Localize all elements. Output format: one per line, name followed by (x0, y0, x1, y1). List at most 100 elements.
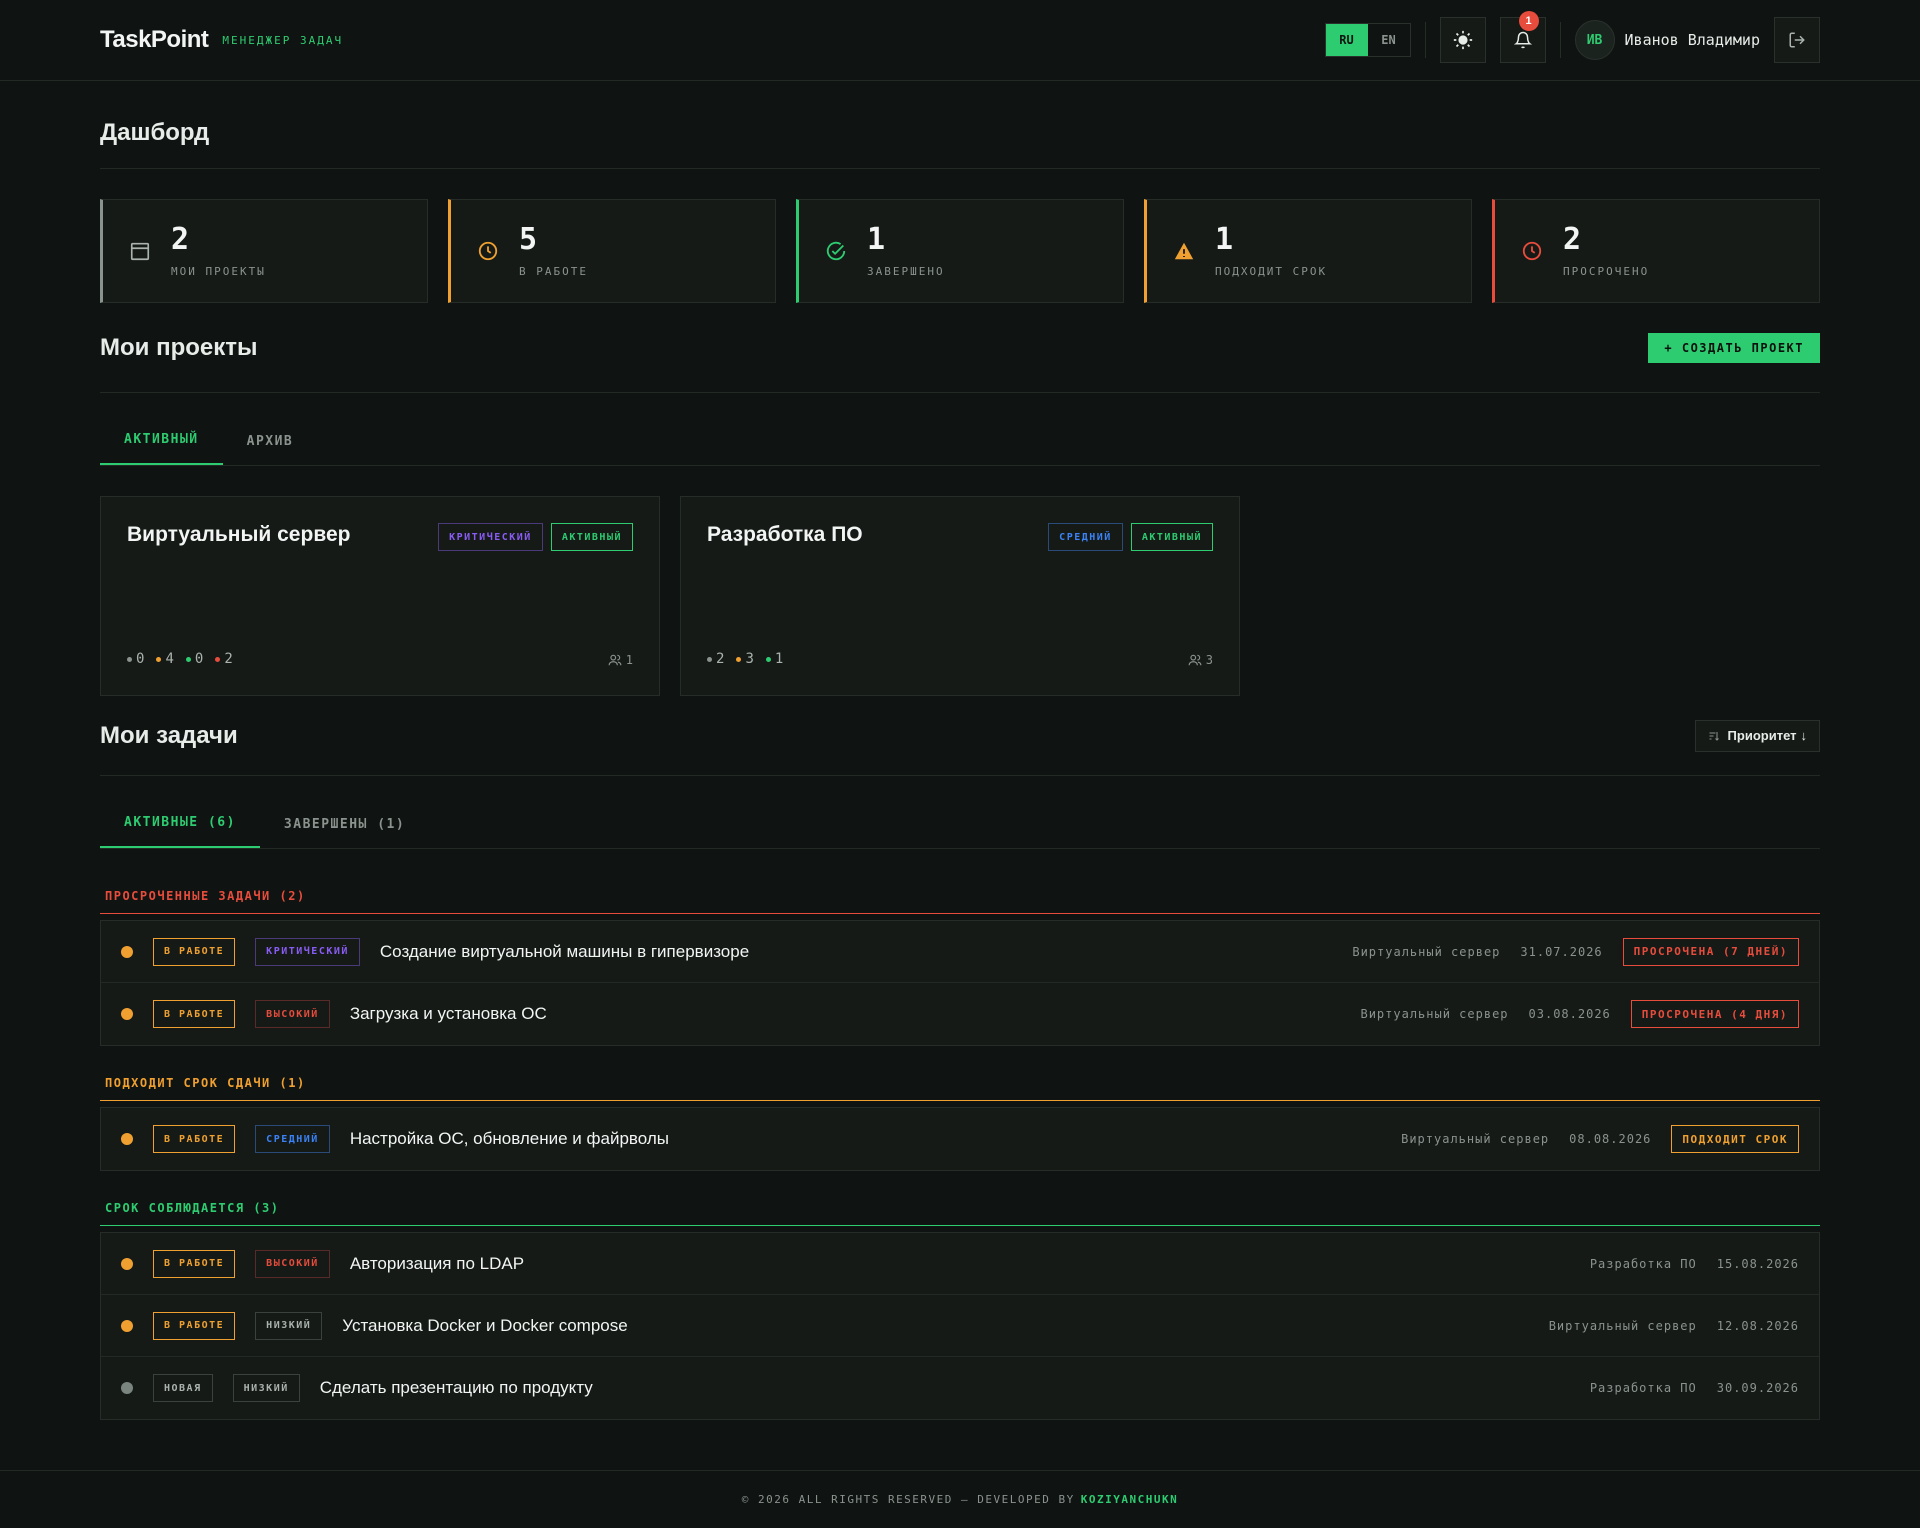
deadline-badge: ПРОСРОЧЕНА (4 ДНЯ) (1630, 1000, 1799, 1028)
priority-badge: СРЕДНИЙ (1048, 523, 1123, 551)
user-name[interactable]: Иванов Владимир (1625, 31, 1760, 49)
tab-completed-tasks[interactable]: ЗАВЕРШЕНЫ (1) (260, 817, 429, 848)
dot-icon (707, 656, 712, 662)
count-overdue: 2 (224, 651, 233, 667)
task-group-on-track: СРОК СОБЛЮДАЕТСЯ (3) В РАБОТЕ ВЫСОКИЙ Ав… (100, 1201, 1820, 1420)
dot-icon (185, 656, 191, 662)
clock-icon (475, 238, 501, 264)
task-row[interactable]: В РАБОТЕ ВЫСОКИЙ Загрузка и установка ОС… (101, 983, 1819, 1045)
stat-card-due-soon[interactable]: 1 ПОДХОДИТ СРОК (1144, 199, 1472, 303)
dot-icon (215, 656, 221, 662)
task-name[interactable]: Создание виртуальной машины в гипервизор… (380, 942, 749, 962)
arrow-down-icon: ↓ (1800, 728, 1808, 743)
page-footer: © 2026 ALL RIGHTS RESERVED — DEVELOPED B… (0, 1470, 1920, 1528)
notification-count-badge: 1 (1518, 11, 1539, 31)
stat-label: МОИ ПРОЕКТЫ (171, 264, 266, 278)
stat-card-overdue[interactable]: 2 ПРОСРОЧЕНО (1492, 199, 1820, 303)
stat-value: 1 (1215, 221, 1234, 257)
task-date: 12.08.2026 (1716, 1318, 1799, 1333)
count-in-progress: 4 (165, 651, 174, 667)
task-list: В РАБОТЕ КРИТИЧЕСКИЙ Создание виртуально… (100, 920, 1820, 1046)
status-dot-icon (121, 1382, 133, 1394)
lang-en-button[interactable]: EN (1368, 24, 1410, 56)
clock-icon (1519, 238, 1545, 264)
notifications-button[interactable]: 1 (1499, 11, 1546, 63)
stat-label: ЗАВЕРШЕНО (867, 264, 945, 278)
members-count: 3 (1205, 653, 1213, 667)
dot-icon (765, 656, 771, 662)
project-members: 3 (1188, 653, 1213, 667)
task-row[interactable]: В РАБОТЕ НИЗКИЙ Установка Docker и Docke… (101, 1295, 1819, 1357)
task-status-badge: В РАБОТЕ (153, 937, 236, 966)
task-name[interactable]: Загрузка и установка ОС (350, 1004, 547, 1024)
project-cards: Виртуальный сервер КРИТИЧЕСКИЙ АКТИВНЫЙ … (100, 496, 1820, 696)
bell-icon (1513, 31, 1532, 49)
group-title: ПОДХОДИТ СРОК СДАЧИ (1) (105, 1076, 306, 1090)
status-badge: АКТИВНЫЙ (1130, 523, 1213, 551)
tab-active-projects[interactable]: АКТИВНЫЙ (100, 432, 223, 465)
user-avatar[interactable]: ИВ (1574, 20, 1615, 60)
task-row[interactable]: НОВАЯ НИЗКИЙ Сделать презентацию по прод… (101, 1357, 1819, 1419)
header-actions: RU EN 1 ИВ Иванов Владимир (1324, 11, 1820, 63)
main-content: Дашборд 2 МОИ ПРОЕКТЫ 5 В РАБОТЕ 1 ЗАВЕР… (0, 81, 1920, 1420)
divider (1424, 22, 1426, 58)
task-date: 30.09.2026 (1716, 1381, 1799, 1395)
check-circle-icon (823, 238, 849, 264)
stat-label: ПРОСРОЧЕНО (1563, 264, 1650, 278)
group-title: СРОК СОБЛЮДАЕТСЯ (3) (105, 1201, 280, 1215)
task-tabs: АКТИВНЫЕ (6) ЗАВЕРШЕНЫ (1) (100, 776, 1820, 849)
projects-header: Мои проекты + СОЗДАТЬ ПРОЕКТ (100, 303, 1820, 393)
create-project-button[interactable]: + СОЗДАТЬ ПРОЕКТ (1648, 332, 1820, 363)
task-name[interactable]: Сделать презентацию по продукту (320, 1378, 593, 1398)
sort-button[interactable]: Приоритет ↓ (1694, 719, 1820, 752)
task-status-badge: НОВАЯ (153, 1374, 213, 1402)
project-card[interactable]: Виртуальный сервер КРИТИЧЕСКИЙ АКТИВНЫЙ … (100, 496, 660, 696)
task-priority-badge: ВЫСОКИЙ (255, 1000, 330, 1028)
stat-card-in-progress[interactable]: 5 В РАБОТЕ (448, 199, 776, 303)
task-row[interactable]: В РАБОТЕ ВЫСОКИЙ Авторизация по LDAP Раз… (101, 1233, 1819, 1295)
task-priority-badge: КРИТИЧЕСКИЙ (255, 937, 360, 966)
task-row[interactable]: В РАБОТЕ КРИТИЧЕСКИЙ Создание виртуально… (101, 921, 1819, 983)
count-done: 1 (774, 651, 784, 667)
status-dot-icon (121, 1133, 133, 1145)
task-date: 08.08.2026 (1569, 1132, 1652, 1146)
task-status-badge: В РАБОТЕ (153, 1249, 236, 1278)
task-name[interactable]: Установка Docker и Docker compose (342, 1316, 627, 1336)
status-badge: АКТИВНЫЙ (550, 523, 633, 551)
theme-toggle-button[interactable] (1439, 17, 1486, 63)
logout-button[interactable] (1774, 17, 1820, 63)
sort-icon (1709, 731, 1719, 741)
stat-value: 2 (171, 221, 190, 257)
status-dot-icon (121, 1319, 133, 1332)
task-name[interactable]: Настройка ОС, обновление и файрволы (350, 1129, 669, 1149)
app-header: TaskPoint МЕНЕДЖЕР ЗАДАЧ RU EN 1 ИВ Иван… (0, 0, 1920, 81)
footer-text: © 2026 ALL RIGHTS RESERVED — DEVELOPED B… (741, 1493, 1075, 1506)
stat-value: 1 (867, 221, 886, 257)
group-divider (100, 1100, 1820, 1101)
users-icon (1188, 654, 1202, 666)
status-dot-icon (121, 945, 133, 958)
stat-card-completed[interactable]: 1 ЗАВЕРШЕНО (796, 199, 1124, 303)
language-switcher: RU EN (1324, 23, 1411, 57)
task-status-badge: В РАБОТЕ (153, 1311, 236, 1340)
project-card[interactable]: Разработка ПО СРЕДНИЙ АКТИВНЫЙ 2 3 1 3 (680, 496, 1240, 696)
project-members: 1 (608, 653, 633, 667)
footer-author-link[interactable]: KOZIYANCHUKN (1081, 1493, 1178, 1506)
tasks-header: Мои задачи Приоритет ↓ (100, 696, 1820, 776)
tab-active-tasks[interactable]: АКТИВНЫЕ (6) (100, 815, 260, 848)
count-in-progress: 3 (745, 651, 754, 667)
task-row[interactable]: В РАБОТЕ СРЕДНИЙ Настройка ОС, обновлени… (101, 1108, 1819, 1170)
deadline-badge: ПОДХОДИТ СРОК (1671, 1125, 1799, 1153)
app-logo[interactable]: TaskPoint (100, 26, 209, 54)
tab-archive-projects[interactable]: АРХИВ (223, 434, 318, 465)
lang-ru-button[interactable]: RU (1325, 24, 1368, 56)
task-project: Виртуальный сервер (1360, 1007, 1509, 1021)
stat-card-projects[interactable]: 2 МОИ ПРОЕКТЫ (100, 199, 428, 303)
task-name[interactable]: Авторизация по LDAP (350, 1254, 524, 1274)
project-task-counts: 2 3 1 (707, 651, 783, 667)
task-status-badge: В РАБОТЕ (153, 1000, 236, 1028)
tasks-title: Мои задачи (100, 721, 238, 749)
app-subtitle: МЕНЕДЖЕР ЗАДАЧ (222, 33, 344, 47)
project-task-counts: 0 4 0 2 (127, 651, 233, 667)
projects-title: Мои проекты (100, 333, 258, 361)
